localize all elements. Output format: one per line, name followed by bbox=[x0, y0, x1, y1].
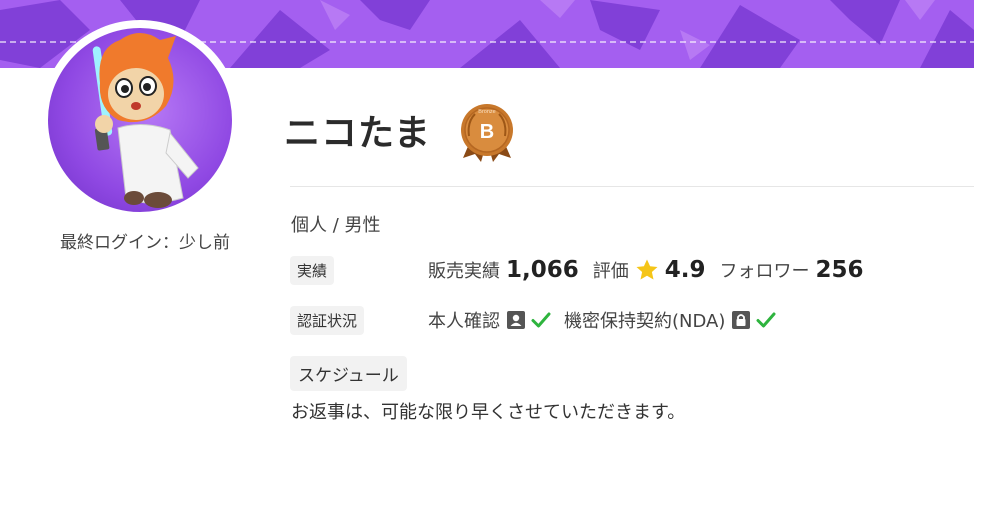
avatar[interactable] bbox=[40, 20, 240, 220]
verification-row: 本人確認 機密保持契約(NDA) bbox=[428, 305, 789, 335]
rating-value: 4.9 bbox=[664, 257, 706, 283]
profile-page: 最終ログイン：少し前 ニコたま Bronze B 個人 / 男性 実績 販売実績… bbox=[0, 0, 981, 529]
badge-ribbon-text: Bronze bbox=[478, 109, 495, 115]
schedule-text: お返事は、可能な限り早くさせていただきます。 bbox=[291, 402, 686, 423]
cat-character-illustration bbox=[92, 33, 199, 208]
lock-icon bbox=[732, 311, 751, 329]
profile-header: ニコたま Bronze B bbox=[284, 100, 519, 162]
followers-value[interactable]: 256 bbox=[816, 257, 864, 283]
check-icon bbox=[756, 312, 776, 328]
header-divider bbox=[290, 186, 974, 187]
star-icon bbox=[636, 259, 658, 280]
last-login-text: 最終ログイン：少し前 bbox=[60, 233, 230, 253]
stats-label: 実績 bbox=[290, 256, 335, 285]
schedule-label: スケジュール bbox=[290, 356, 407, 391]
check-icon bbox=[531, 312, 551, 328]
avatar-image bbox=[48, 28, 232, 212]
sales-value: 1,066 bbox=[506, 257, 579, 283]
seller-type-gender: 個人 / 男性 bbox=[291, 215, 381, 236]
stats-row: 販売実績 1,066 評価 4.9 フォロワー 256 bbox=[428, 255, 878, 285]
rating-label: 評価 bbox=[592, 261, 629, 282]
nda-label: 機密保持契約(NDA) bbox=[564, 311, 726, 332]
verification-label: 認証状況 bbox=[290, 306, 365, 335]
bronze-rank-badge-icon[interactable]: Bronze B bbox=[455, 100, 519, 164]
username: ニコたま bbox=[284, 113, 431, 154]
sales-label: 販売実績 bbox=[428, 261, 500, 282]
followers-label: フォロワー bbox=[719, 261, 810, 282]
badge-rank-letter: B bbox=[480, 121, 494, 143]
identity-verified-label: 本人確認 bbox=[428, 311, 500, 332]
id-card-icon bbox=[507, 311, 525, 329]
